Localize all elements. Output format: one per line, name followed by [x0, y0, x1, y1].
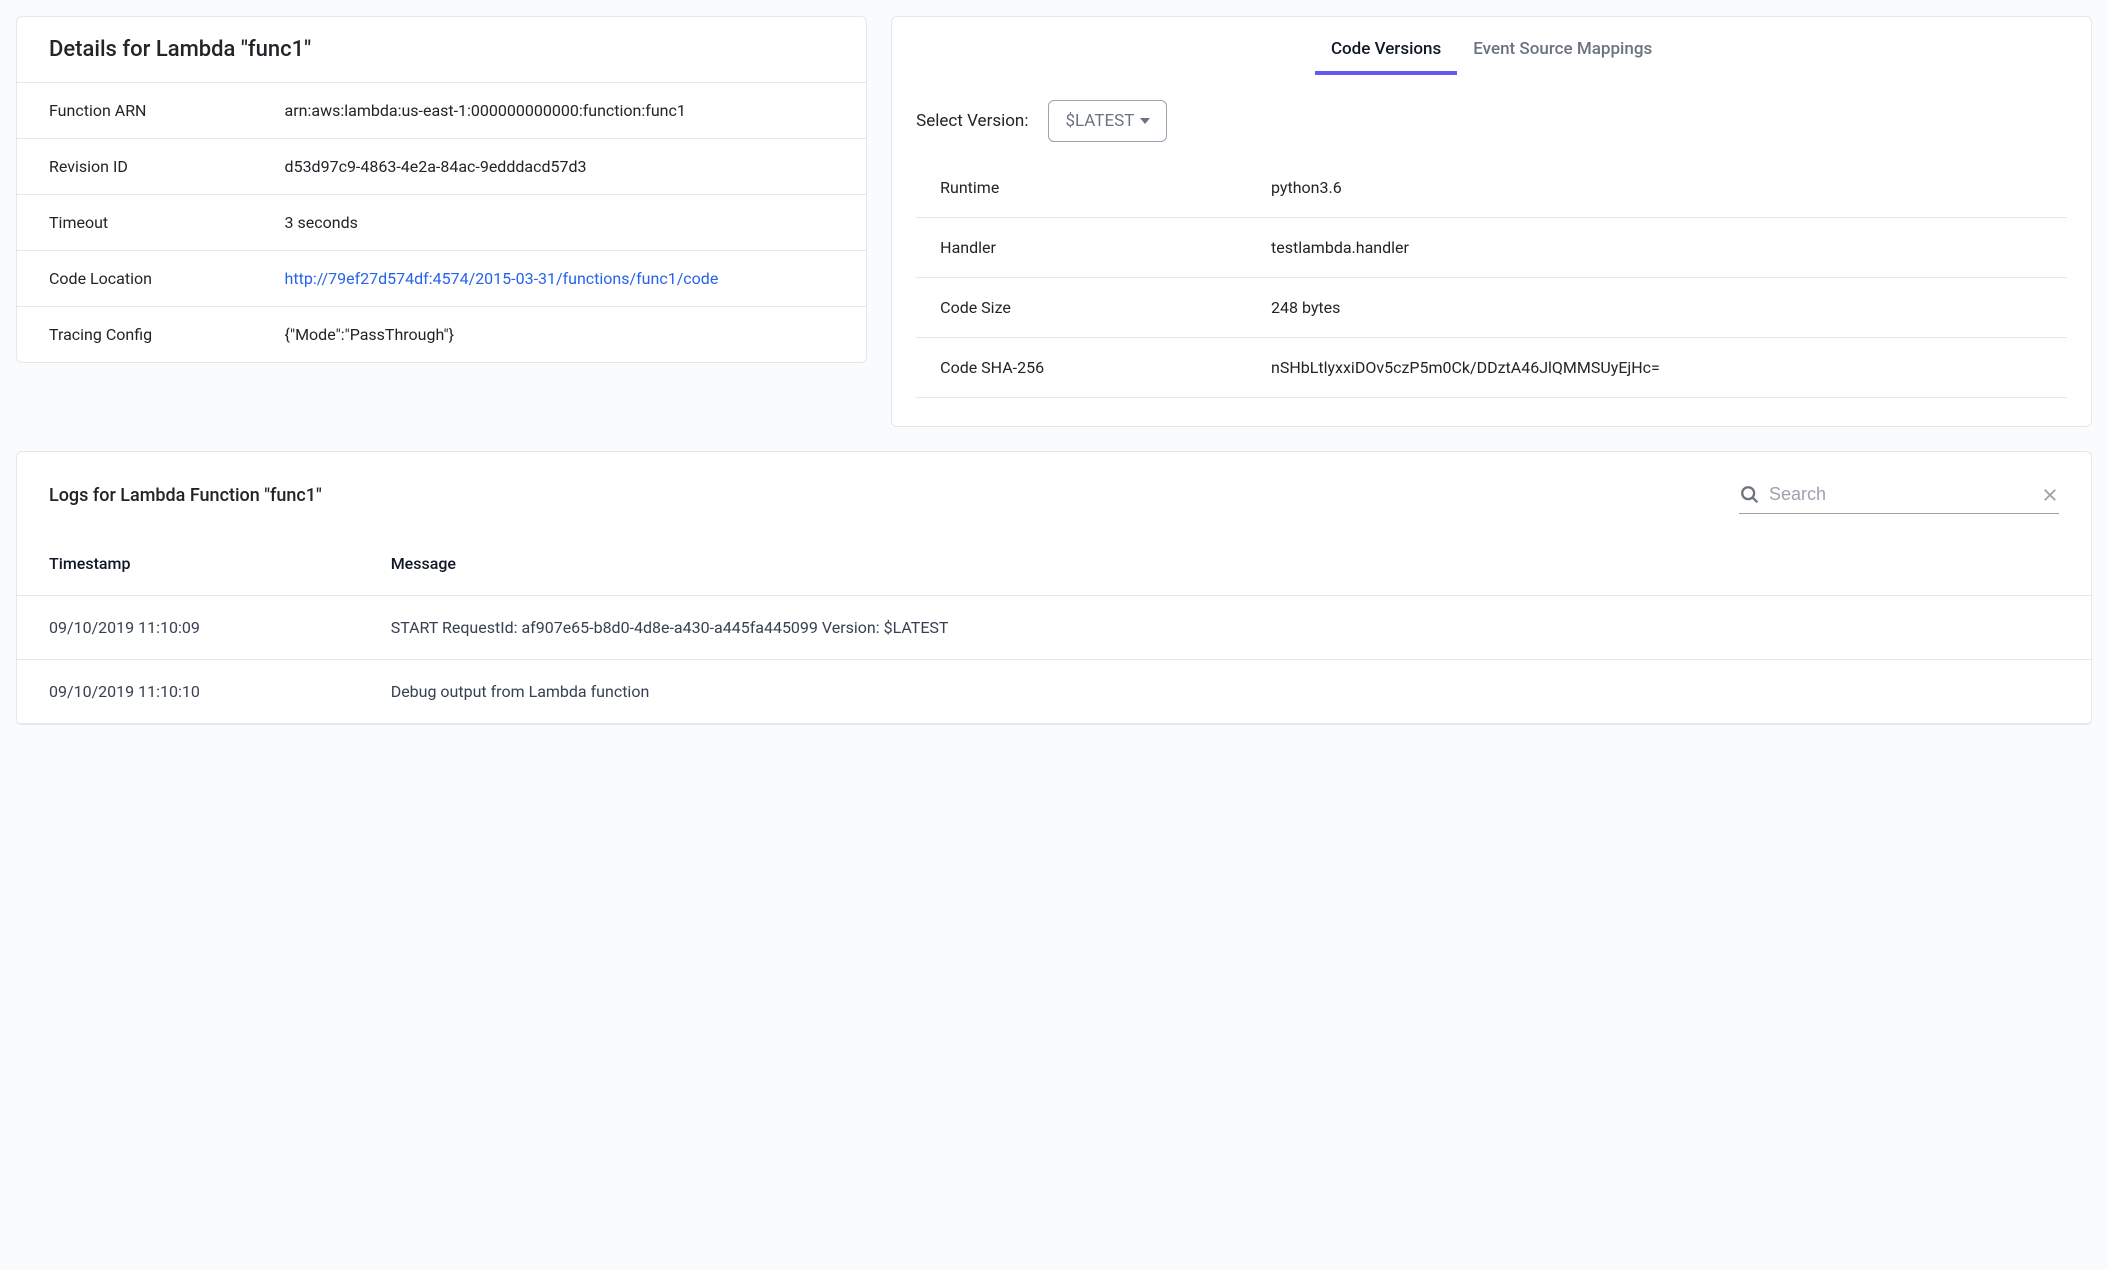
version-select-row: Select Version: $LATEST	[892, 76, 2091, 158]
version-details-table: Runtime python3.6 Handler testlambda.han…	[892, 158, 2091, 398]
detail-row: Code Location http://79ef27d574df:4574/2…	[17, 251, 866, 307]
detail-row: Revision ID d53d97c9-4863-4e2a-84ac-9edd…	[17, 139, 866, 195]
logs-card: Logs for Lambda Function "func1" Timesta…	[16, 451, 2092, 725]
detail-label: Timeout	[49, 213, 285, 232]
version-value: nSHbLtlyxxiDOv5czP5m0Ck/DDztA46JlQMMSUyE…	[1271, 358, 2043, 377]
detail-label: Tracing Config	[49, 325, 285, 344]
detail-row: Function ARN arn:aws:lambda:us-east-1:00…	[17, 83, 866, 139]
version-row: Runtime python3.6	[916, 158, 2067, 218]
version-key: Handler	[940, 238, 1271, 257]
detail-value: 3 seconds	[285, 213, 835, 232]
detail-value-link: http://79ef27d574df:4574/2015-03-31/func…	[285, 269, 835, 288]
detail-label: Revision ID	[49, 157, 285, 176]
log-message: START RequestId: af907e65-b8d0-4d8e-a430…	[391, 618, 2059, 637]
log-message: Debug output from Lambda function	[391, 682, 2059, 701]
table-row: 09/10/2019 11:10:10 Debug output from La…	[17, 660, 2091, 724]
version-dropdown[interactable]: $LATEST	[1048, 100, 1167, 142]
version-value: 248 bytes	[1271, 298, 2043, 317]
tabs: Code Versions Event Source Mappings	[892, 17, 2091, 76]
version-value: testlambda.handler	[1271, 238, 2043, 257]
versions-card: Code Versions Event Source Mappings Sele…	[891, 16, 2092, 427]
table-row: 09/10/2019 11:10:09 START RequestId: af9…	[17, 596, 2091, 660]
detail-value: arn:aws:lambda:us-east-1:000000000000:fu…	[285, 101, 835, 120]
version-key: Code SHA-256	[940, 358, 1271, 377]
details-title: Details for Lambda "func1"	[17, 17, 866, 83]
detail-row: Tracing Config {"Mode":"PassThrough"}	[17, 307, 866, 362]
detail-value: d53d97c9-4863-4e2a-84ac-9edddacd57d3	[285, 157, 835, 176]
search-input[interactable]	[1761, 480, 2041, 509]
close-icon[interactable]	[2041, 486, 2059, 504]
tab-code-versions[interactable]: Code Versions	[1331, 31, 1441, 75]
search-icon	[1739, 484, 1761, 506]
version-row: Handler testlambda.handler	[916, 218, 2067, 278]
column-timestamp: Timestamp	[49, 554, 391, 573]
detail-label: Function ARN	[49, 101, 285, 120]
code-location-link[interactable]: http://79ef27d574df:4574/2015-03-31/func…	[285, 269, 719, 288]
tab-event-source-mappings[interactable]: Event Source Mappings	[1473, 31, 1652, 75]
version-row: Code Size 248 bytes	[916, 278, 2067, 338]
logs-title: Logs for Lambda Function "func1"	[49, 485, 322, 506]
detail-row: Timeout 3 seconds	[17, 195, 866, 251]
version-select-label: Select Version:	[916, 111, 1028, 131]
version-key: Code Size	[940, 298, 1271, 317]
detail-value: {"Mode":"PassThrough"}	[285, 325, 835, 344]
detail-label: Code Location	[49, 269, 285, 288]
log-timestamp: 09/10/2019 11:10:10	[49, 682, 391, 701]
version-dropdown-value: $LATEST	[1065, 111, 1134, 131]
column-message: Message	[391, 554, 2059, 573]
chevron-down-icon	[1140, 118, 1150, 124]
search-wrap	[1739, 476, 2059, 514]
version-row: Code SHA-256 nSHbLtlyxxiDOv5czP5m0Ck/DDz…	[916, 338, 2067, 398]
logs-header: Logs for Lambda Function "func1"	[17, 452, 2091, 526]
version-key: Runtime	[940, 178, 1271, 197]
logs-table-head: Timestamp Message	[17, 526, 2091, 596]
version-value: python3.6	[1271, 178, 2043, 197]
log-timestamp: 09/10/2019 11:10:09	[49, 618, 391, 637]
details-card: Details for Lambda "func1" Function ARN …	[16, 16, 867, 363]
